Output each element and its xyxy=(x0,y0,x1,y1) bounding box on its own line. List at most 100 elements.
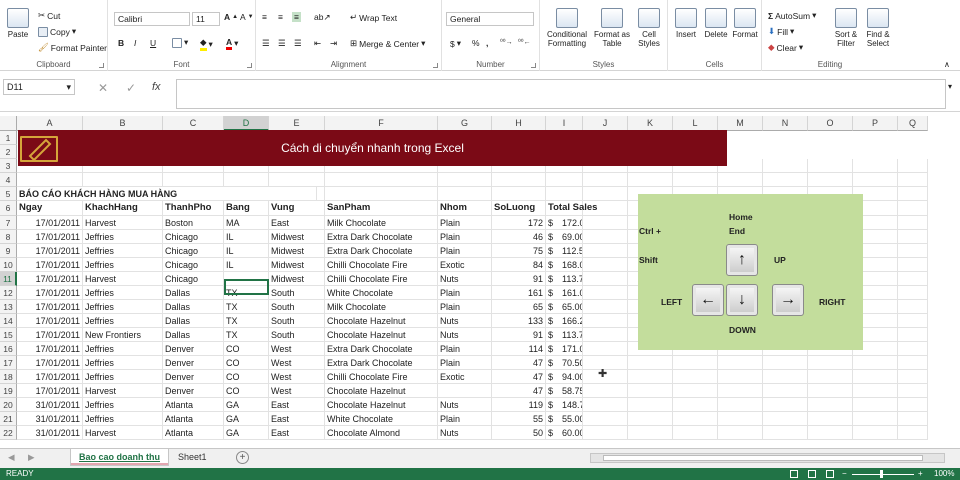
table-cell[interactable]: 17/01/2011 xyxy=(17,342,83,356)
table-cell[interactable]: TX xyxy=(224,328,269,342)
collapse-ribbon-icon[interactable]: ∧ xyxy=(944,60,950,69)
zoom-slider[interactable] xyxy=(852,474,914,475)
column-header[interactable]: Q xyxy=(898,116,928,131)
table-cell[interactable]: Harvest xyxy=(83,216,163,230)
number-format-select[interactable]: General xyxy=(446,12,534,26)
column-header[interactable]: P xyxy=(853,116,898,131)
grow-font-button[interactable]: A ▲ xyxy=(224,12,238,22)
empty-cell[interactable] xyxy=(583,328,628,342)
table-cell[interactable]: Dallas xyxy=(163,314,224,328)
empty-cell[interactable] xyxy=(853,384,898,398)
column-header[interactable]: D xyxy=(224,116,269,131)
empty-cell[interactable] xyxy=(718,384,763,398)
table-cell[interactable]: 91 xyxy=(492,272,546,286)
empty-cell[interactable] xyxy=(763,426,808,440)
empty-cell[interactable] xyxy=(853,356,898,370)
column-header[interactable]: K xyxy=(628,116,673,131)
empty-cell[interactable] xyxy=(673,426,718,440)
table-cell[interactable]: Midwest xyxy=(269,272,325,286)
table-cell[interactable]: 17/01/2011 xyxy=(17,230,83,244)
table-cell[interactable]: Midwest xyxy=(269,230,325,244)
empty-cell[interactable] xyxy=(673,398,718,412)
tab-bao-cao-doanh-thu[interactable]: Bao cao doanh thu xyxy=(70,449,169,466)
table-cell[interactable]: Chocolate Almond xyxy=(325,426,438,440)
increase-indent-button[interactable]: ⇥ xyxy=(330,38,337,49)
table-cell[interactable]: IL xyxy=(224,230,269,244)
empty-cell[interactable] xyxy=(898,286,928,300)
empty-cell[interactable] xyxy=(898,426,928,440)
table-cell[interactable]: West xyxy=(269,342,325,356)
table-cell[interactable]: 17/01/2011 xyxy=(17,328,83,342)
conditional-formatting-button[interactable]: Conditional Formatting xyxy=(544,8,590,48)
amount-cell[interactable]: 70.50 xyxy=(560,356,583,370)
page-break-icon[interactable] xyxy=(826,470,834,478)
bold-button[interactable]: B xyxy=(118,38,124,48)
empty-cell[interactable] xyxy=(898,258,928,272)
table-cell[interactable]: East xyxy=(269,426,325,440)
table-cell[interactable]: Exotic xyxy=(438,370,492,384)
column-header[interactable]: E xyxy=(269,116,325,131)
add-sheet-button[interactable]: + xyxy=(236,451,249,464)
table-cell[interactable]: Plain xyxy=(438,300,492,314)
row-header[interactable]: 13 xyxy=(0,300,17,314)
table-cell[interactable]: 161 xyxy=(492,286,546,300)
amount-cell[interactable]: 172.00 xyxy=(560,216,583,230)
empty-cell[interactable] xyxy=(628,412,673,426)
empty-cell[interactable] xyxy=(763,412,808,426)
align-right-button[interactable]: ☰ xyxy=(294,38,302,49)
table-cell[interactable]: Denver xyxy=(163,356,224,370)
amount-cell[interactable]: 55.00 xyxy=(560,412,583,426)
table-cell[interactable]: Jeffries xyxy=(83,286,163,300)
amount-cell[interactable]: 94.00 xyxy=(560,370,583,384)
amount-cell[interactable]: 69.00 xyxy=(560,230,583,244)
cancel-icon[interactable]: ✕ xyxy=(98,81,108,95)
table-cell[interactable]: Chicago xyxy=(163,230,224,244)
empty-cell[interactable] xyxy=(853,370,898,384)
empty-cell[interactable] xyxy=(583,272,628,286)
empty-cell[interactable] xyxy=(808,412,853,426)
table-cell[interactable]: Midwest xyxy=(269,258,325,272)
format-as-table-button[interactable]: Format as Table xyxy=(594,8,630,48)
table-cell[interactable]: 31/01/2011 xyxy=(17,426,83,440)
table-cell[interactable]: Chocolate Hazelnut xyxy=(325,398,438,412)
empty-cell[interactable] xyxy=(763,370,808,384)
table-cell[interactable]: Plain xyxy=(438,342,492,356)
alignment-launcher[interactable] xyxy=(433,63,438,68)
row-header[interactable]: 9 xyxy=(0,244,17,258)
amount-cell[interactable]: 168.00 xyxy=(560,258,583,272)
scrollbar-thumb[interactable] xyxy=(603,455,923,461)
orientation-button[interactable]: ab↗ xyxy=(314,12,331,23)
row-header[interactable]: 7 xyxy=(0,216,17,230)
tab-sheet1[interactable]: Sheet1 xyxy=(170,449,215,466)
table-cell[interactable]: Atlanta xyxy=(163,412,224,426)
row-header[interactable]: 16 xyxy=(0,342,17,356)
table-cell[interactable]: Chilli Chocolate Fire xyxy=(325,370,438,384)
empty-cell[interactable] xyxy=(898,173,928,187)
table-cell[interactable]: Extra Dark Chocolate xyxy=(325,356,438,370)
empty-cell[interactable] xyxy=(853,398,898,412)
empty-cell[interactable] xyxy=(628,370,673,384)
row-header[interactable]: 20 xyxy=(0,398,17,412)
cell-styles-button[interactable]: Cell Styles xyxy=(634,8,664,48)
row-header[interactable]: 15 xyxy=(0,328,17,342)
formula-input[interactable] xyxy=(176,79,946,109)
empty-cell[interactable] xyxy=(718,370,763,384)
column-header[interactable]: A xyxy=(17,116,83,131)
table-cell[interactable]: 46 xyxy=(492,230,546,244)
empty-cell[interactable] xyxy=(898,300,928,314)
table-cell[interactable]: South xyxy=(269,300,325,314)
empty-cell[interactable] xyxy=(718,356,763,370)
empty-cell[interactable] xyxy=(898,244,928,258)
empty-cell[interactable] xyxy=(325,187,438,201)
empty-cell[interactable] xyxy=(325,173,438,187)
empty-cell[interactable] xyxy=(673,384,718,398)
column-header[interactable]: I xyxy=(546,116,583,131)
row-header[interactable]: 21 xyxy=(0,412,17,426)
empty-cell[interactable] xyxy=(583,258,628,272)
autosum-button[interactable]: Σ AutoSum ▾ xyxy=(768,10,816,21)
table-cell[interactable]: Jeffries xyxy=(83,412,163,426)
empty-cell[interactable] xyxy=(492,187,546,201)
table-cell[interactable]: Atlanta xyxy=(163,426,224,440)
align-center-button[interactable]: ☰ xyxy=(278,38,286,49)
empty-cell[interactable] xyxy=(898,412,928,426)
